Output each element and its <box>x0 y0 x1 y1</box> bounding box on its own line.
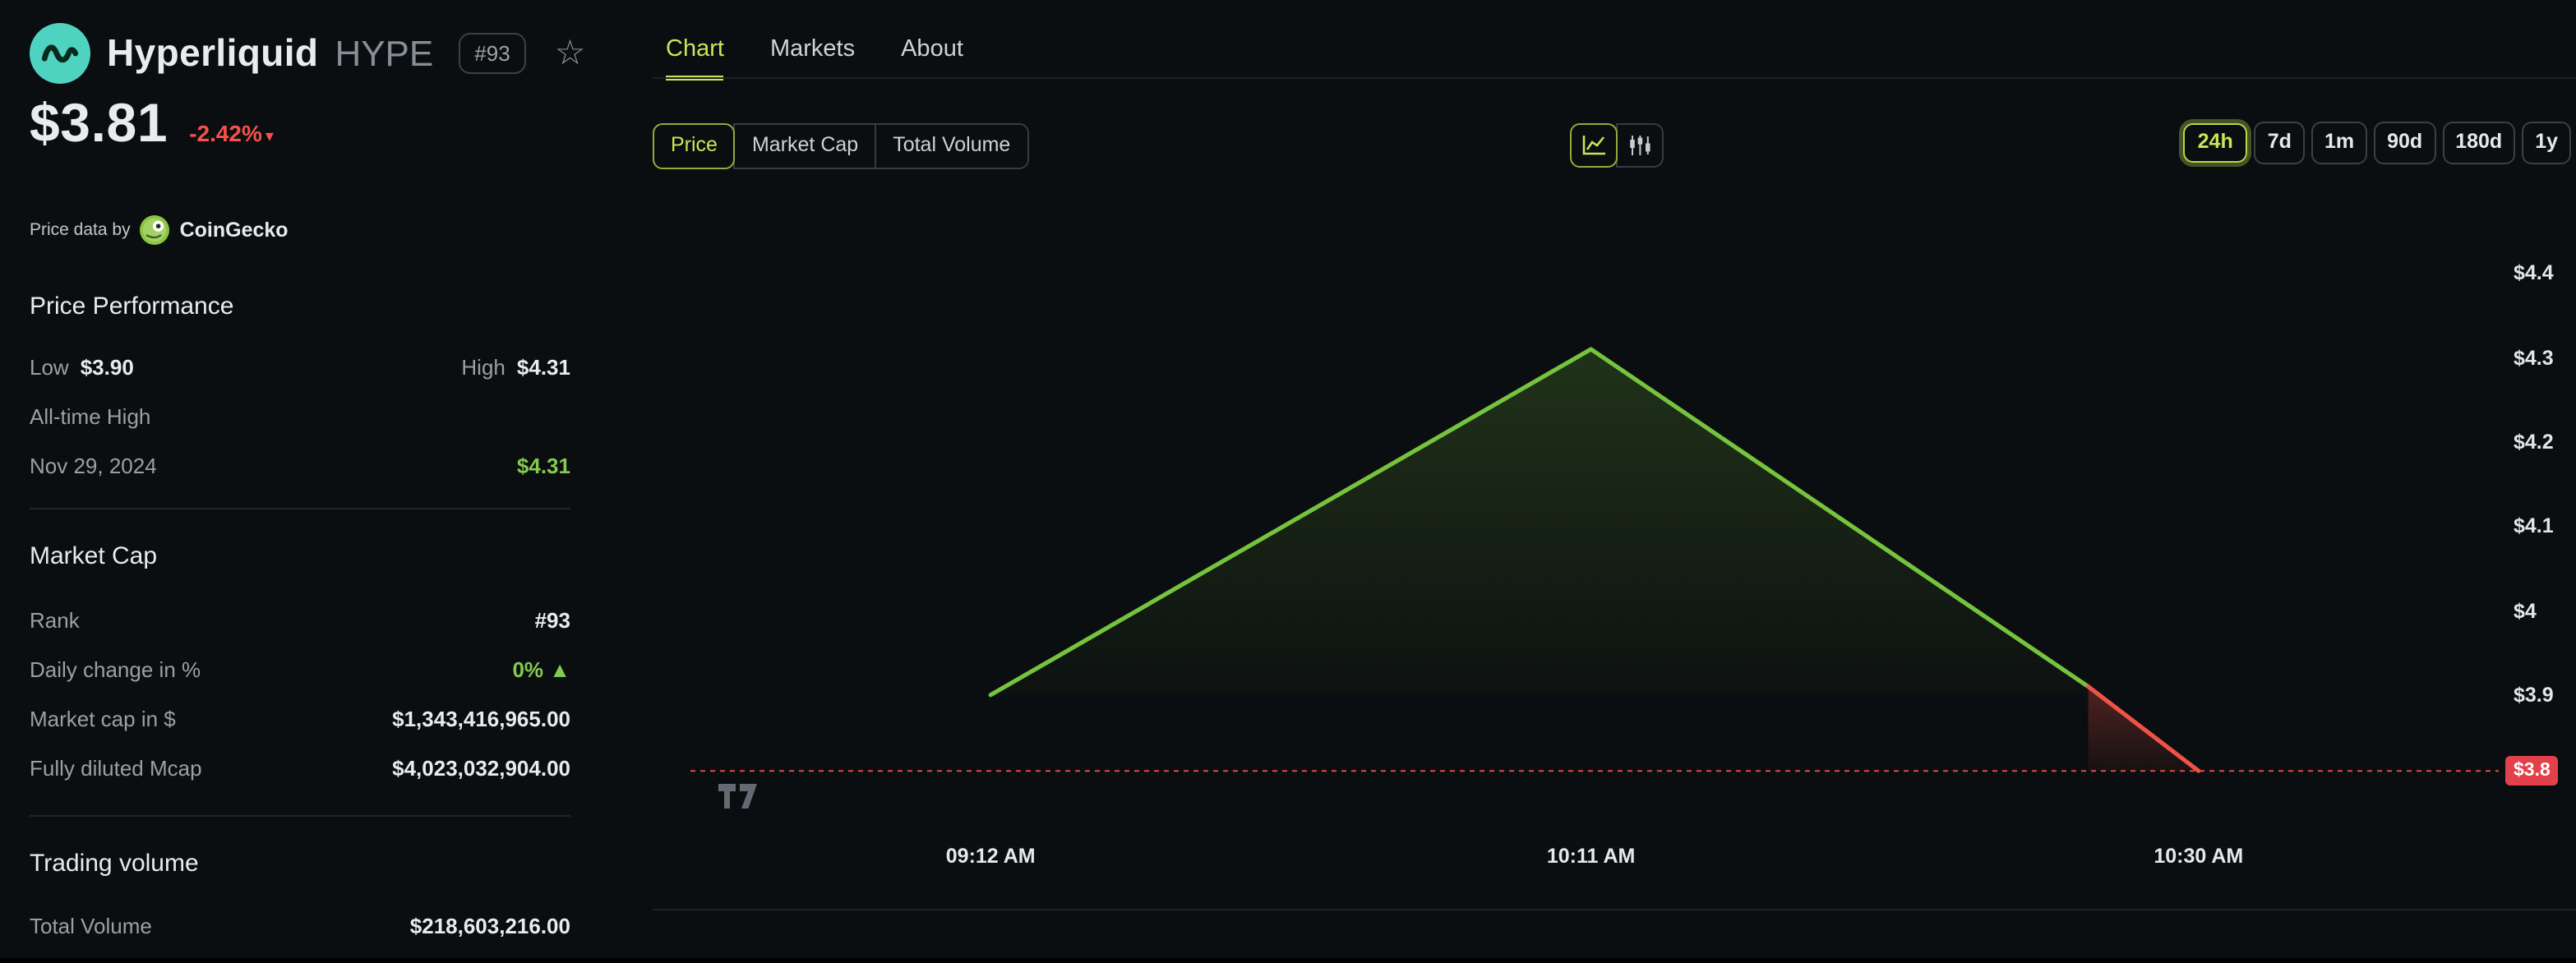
coin-name: Hyperliquid <box>107 31 319 74</box>
stat-row: Daily change in % 0% ▲ <box>30 657 570 707</box>
x-axis: 09:12 AM 10:11 AM 10:30 AM <box>690 845 2499 871</box>
low-high-row: Low $3.90 High $4.31 <box>30 355 570 380</box>
coin-symbol: HYPE <box>335 32 434 73</box>
y-axis: $4.4 $4.3 $4.2 $4.1 $4 $3.9 <box>2514 189 2576 830</box>
stat-label: Rank <box>30 608 80 633</box>
stat-label: Market cap in $ <box>30 707 176 731</box>
stat-value: #93 <box>534 608 570 633</box>
price-chart-svg <box>690 347 2499 773</box>
coin-header: Hyperliquid HYPE #93 ☆ <box>30 23 585 84</box>
stat-label: Daily change in % <box>30 657 201 682</box>
y-axis-label: $4.4 <box>2514 261 2554 285</box>
stat-row: Fully diluted Mcap $4,023,032,904.00 <box>30 756 570 805</box>
stat-row: Market cap in $ $1,343,416,965.00 <box>30 707 570 756</box>
ath-value: $4.31 <box>516 454 570 478</box>
tab-chart[interactable]: Chart <box>666 36 724 81</box>
candlestick-chart-toggle-button[interactable] <box>1616 123 1664 168</box>
trading-volume-rows: Total Volume $218,603,216.00 <box>30 914 570 963</box>
attribution-text: Price data by <box>30 220 131 240</box>
trading-volume-title: Trading volume <box>30 850 199 878</box>
low-value: $3.90 <box>80 355 134 380</box>
all-time-high-label: All-time High <box>30 404 151 429</box>
market-cap-rows: Rank #93 Daily change in % 0% ▲ Market cap i… <box>30 608 570 805</box>
hyperliquid-logo-icon <box>30 23 90 84</box>
metric-toggle-group: Price Market Cap Total Volume <box>653 123 1029 169</box>
tab-bar: Chart Markets About <box>666 36 963 81</box>
app-root: Hyperliquid HYPE #93 ☆ $3.81 -2.42% ▾ Pri… <box>0 0 2576 958</box>
range-button-90d[interactable]: 90d <box>2374 122 2436 164</box>
metric-button-total-volume[interactable]: Total Volume <box>875 123 1029 169</box>
ath-date: Nov 29, 2024 <box>30 454 157 478</box>
coingecko-logo-icon <box>140 215 170 245</box>
range-button-180d[interactable]: 180d <box>2442 122 2516 164</box>
price-performance-title: Price Performance <box>30 293 234 320</box>
current-price-axis-badge: $3.8 <box>2505 756 2559 786</box>
range-button-24h[interactable]: 24h <box>2182 122 2248 164</box>
line-chart-toggle-button[interactable] <box>1570 123 1618 168</box>
range-button-1y[interactable]: 1y <box>2522 122 2571 164</box>
price-block: $3.81 -2.42% ▾ <box>30 92 274 154</box>
current-price: $3.81 <box>30 92 169 153</box>
high-label: High <box>461 355 506 380</box>
coingecko-link[interactable]: CoinGecko <box>180 219 289 242</box>
range-button-1m[interactable]: 1m <box>2311 122 2368 164</box>
header-divider <box>653 77 2576 79</box>
high-value: $4.31 <box>516 355 570 380</box>
y-axis-label: $4.1 <box>2514 514 2554 538</box>
price-attribution: Price data by CoinGecko <box>30 215 289 245</box>
y-axis-label: $4.3 <box>2514 346 2554 370</box>
market-cap-title: Market Cap <box>30 542 158 570</box>
price-chart[interactable] <box>690 189 2499 830</box>
x-axis-label: 10:30 AM <box>2154 845 2244 868</box>
down-triangle-icon: ▾ <box>265 128 274 146</box>
metric-button-market-cap[interactable]: Market Cap <box>733 123 877 169</box>
x-axis-label: 10:11 AM <box>1546 845 1636 868</box>
tradingview-logo[interactable] <box>718 784 763 817</box>
coin-rank-badge: #93 <box>458 33 527 74</box>
chart-type-toggle-group <box>1570 123 1664 168</box>
stat-label: Fully diluted Mcap <box>30 756 202 781</box>
stat-row: Total Volume $218,603,216.00 <box>30 914 570 963</box>
y-axis-label: $4 <box>2514 599 2537 623</box>
tab-markets[interactable]: Markets <box>770 36 855 81</box>
low-label: Low <box>30 355 69 380</box>
y-axis-label: $4.2 <box>2514 430 2554 454</box>
stat-value: 0% ▲ <box>512 657 570 682</box>
favorite-star-icon[interactable]: ☆ <box>555 36 586 71</box>
divider <box>30 508 570 509</box>
price-change-value: -2.42% <box>189 120 262 146</box>
divider <box>30 815 570 817</box>
stat-value: $1,343,416,965.00 <box>392 707 570 731</box>
section-divider <box>653 909 2576 910</box>
stat-label: Total Volume <box>30 914 152 938</box>
y-axis-label: $3.9 <box>2514 683 2554 707</box>
metric-button-price[interactable]: Price <box>653 123 736 169</box>
time-range-group: 24h 7d 1m 90d 180d 1y <box>2182 122 2571 164</box>
stat-value: $218,603,216.00 <box>409 914 570 938</box>
x-axis-label: 09:12 AM <box>945 845 1036 868</box>
stat-value: $4,023,032,904.00 <box>392 756 570 781</box>
price-change: -2.42% ▾ <box>189 120 274 146</box>
stat-row: Rank #93 <box>30 608 570 657</box>
line-chart-icon <box>1581 135 1606 156</box>
candlestick-chart-icon <box>1627 135 1652 156</box>
tab-about[interactable]: About <box>901 36 963 81</box>
range-button-7d[interactable]: 7d <box>2254 122 2305 164</box>
all-time-high-row: Nov 29, 2024 $4.31 <box>30 454 570 478</box>
